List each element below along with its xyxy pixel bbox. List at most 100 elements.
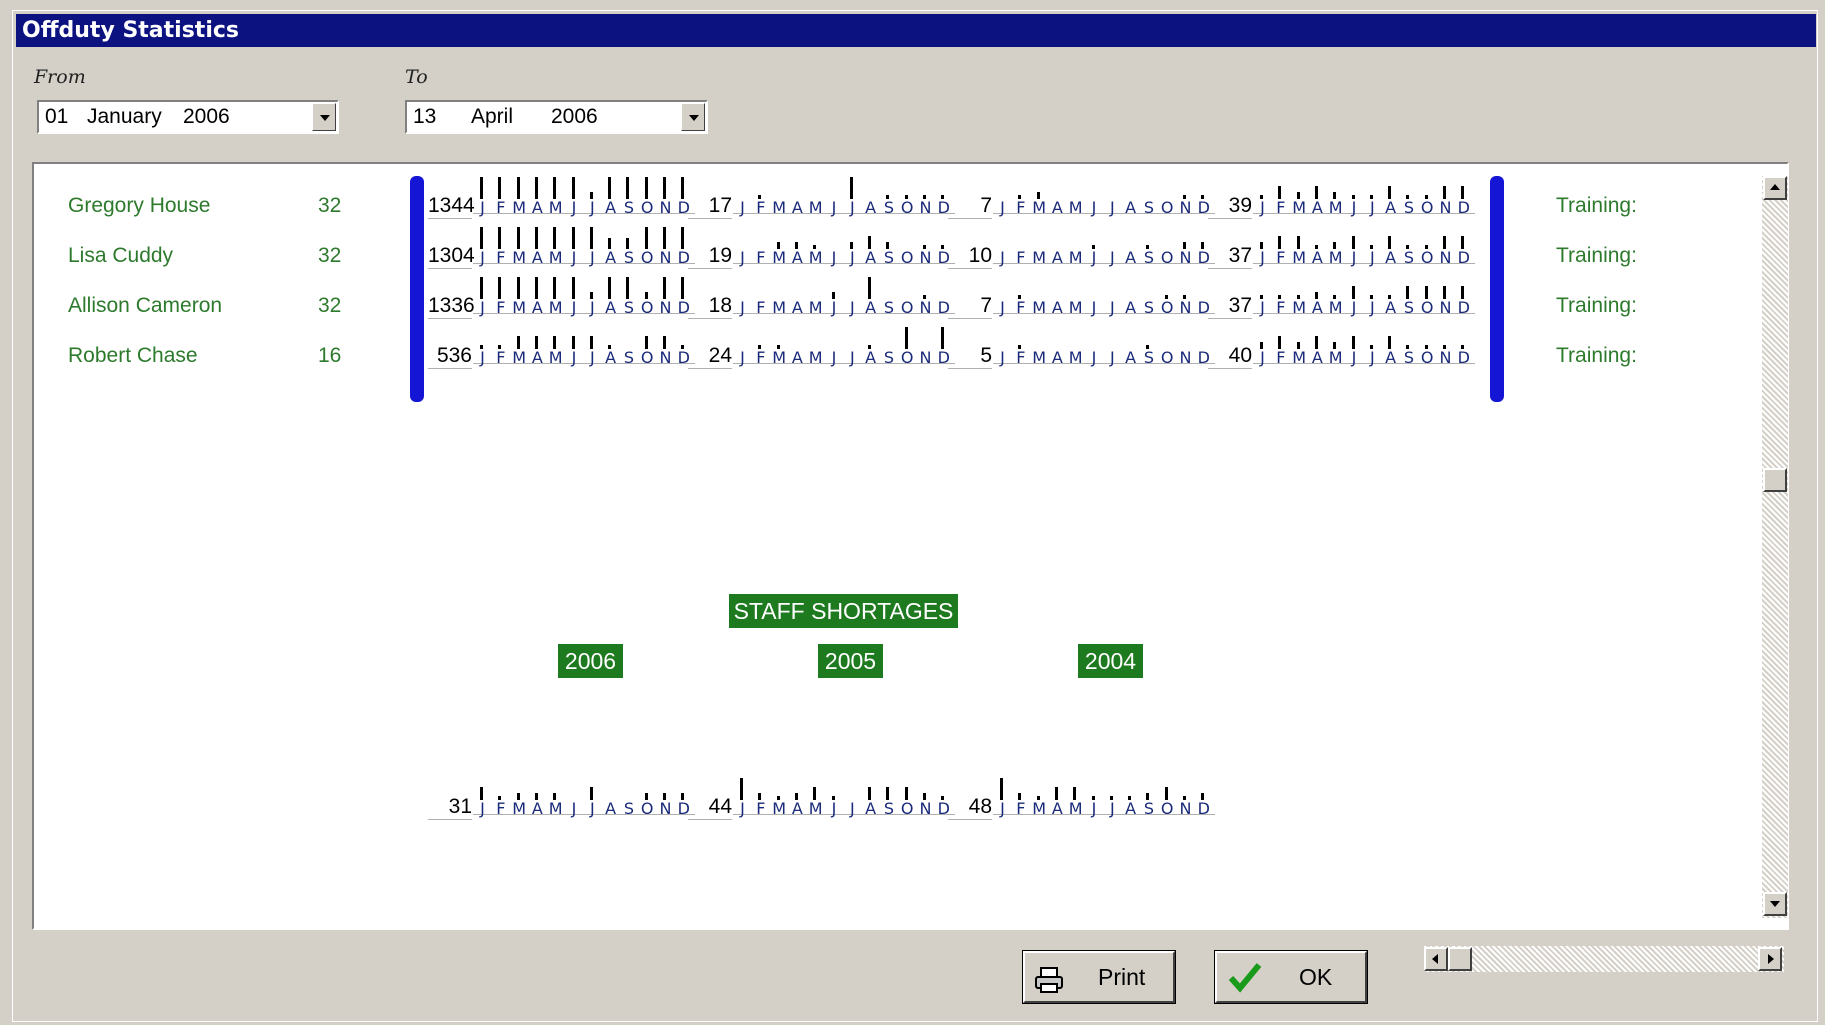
staff-stat-sparkline-month-bar <box>1351 336 1355 349</box>
staff-stat-sparkline-month-label: J <box>589 198 595 217</box>
staff-stat-sparkline-month-label: S <box>1403 298 1414 317</box>
staff-stat-sparkline-value: 1344 <box>428 194 475 219</box>
staff-name[interactable]: Lisa Cuddy <box>68 244 173 268</box>
staff-stat-sparkline-month-bar <box>1461 236 1465 249</box>
staff-stat-sparkline-month-bar <box>1406 286 1410 299</box>
staff-stat-sparkline-month-label: M <box>1032 298 1046 317</box>
staff-stat-sparkline-month-label: A <box>1385 198 1397 217</box>
staff-stat-sparkline-month-label: M <box>1292 248 1306 267</box>
shortage-sparkline-month-bar <box>1109 796 1113 800</box>
staff-stat-sparkline-month-label: N <box>919 348 932 367</box>
from-date-select[interactable]: 01 January 2006 <box>37 100 339 134</box>
staff-stat-sparkline-month-label: N <box>919 298 932 317</box>
staff-stat-sparkline: 39 J F M A M J J A S O N D <box>1208 169 1478 221</box>
printer-icon <box>1033 962 1065 993</box>
staff-stat-sparkline-month-label: J <box>1000 348 1005 367</box>
staff-stat-sparkline-month-label: J <box>1000 298 1005 317</box>
staff-stat-sparkline-month-bar <box>571 177 575 199</box>
scroll-left-button[interactable] <box>1424 947 1448 971</box>
staff-stat-sparkline-month-label: S <box>1143 198 1154 217</box>
shortage-sparkline-value: 44 <box>688 795 732 820</box>
staff-stat-sparkline-month-label: N <box>919 248 932 267</box>
staff-stat-sparkline-month-label: F <box>756 348 766 367</box>
staff-stat-sparkline-month-bar <box>831 292 835 299</box>
print-button[interactable]: Print <box>1022 950 1176 1004</box>
staff-stat-sparkline-month-label: A <box>865 298 877 317</box>
staff-stat-sparkline-month-label: F <box>1276 298 1286 317</box>
shortage-sparkline-month-bar <box>1183 796 1186 800</box>
vertical-scrollbar[interactable] <box>1762 176 1788 918</box>
scroll-thumb[interactable] <box>1763 468 1787 492</box>
staff-stat-sparkline-month-label: A <box>1125 198 1137 217</box>
staff-stat-sparkline-month-label: M <box>772 298 786 317</box>
staff-name[interactable]: Gregory House <box>68 194 210 218</box>
staff-stat-sparkline-month-bar <box>498 227 502 249</box>
shortage-sparkline-month-label: M <box>1068 799 1083 818</box>
staff-stat-sparkline-month-label: F <box>756 198 766 217</box>
staff-stat-sparkline-month-bar <box>1146 245 1150 249</box>
staff-stat-sparkline-month-bar <box>516 227 520 249</box>
staff-stat-sparkline-month-label: F <box>1016 298 1026 317</box>
window-title: Offduty Statistics <box>16 14 1816 47</box>
staff-stat-sparkline-month-bar <box>1260 195 1263 199</box>
horizontal-scrollbar[interactable] <box>1424 946 1784 972</box>
staff-stat-sparkline-month-label: J <box>831 348 837 367</box>
shortage-sparkline-month-label: N <box>919 799 932 818</box>
staff-stat-sparkline-month-bar <box>626 238 630 249</box>
staff-stat-sparkline-month-bar <box>571 277 575 299</box>
staff-stat-sparkline-month-label: O <box>900 348 914 367</box>
staff-stat-sparkline-month-label: A <box>865 248 877 267</box>
scroll-down-button[interactable] <box>1763 892 1787 916</box>
staff-stat-sparkline: 24 J F M A M J J A S O N D <box>688 319 958 371</box>
staff-stat-sparkline-month-label: N <box>1439 198 1452 217</box>
staff-name[interactable]: Robert Chase <box>68 344 198 368</box>
ok-button[interactable]: OK <box>1214 950 1368 1004</box>
shortage-sparkline-month-label: N <box>659 799 672 818</box>
checkmark-icon <box>1227 960 1263 994</box>
staff-name[interactable]: Allison Cameron <box>68 294 222 318</box>
staff-stat-sparkline-month-label: O <box>1160 198 1174 217</box>
staff-stat-sparkline-month-label: A <box>1051 198 1063 217</box>
staff-stat-sparkline-month-label: M <box>1328 248 1343 267</box>
shortage-sparkline-month-label: J <box>1000 799 1005 818</box>
staff-stat-sparkline-month-label: M <box>1032 348 1046 367</box>
staff-stat-sparkline-month-label: A <box>605 248 617 267</box>
staff-count: 32 <box>318 244 342 267</box>
staff-stat-sparkline-month-label: J <box>1091 198 1097 217</box>
staff-stat-sparkline-month-bar <box>1388 336 1392 349</box>
staff-stat-sparkline: 536 J F M A M J J A S O N D <box>428 319 698 371</box>
staff-stat-sparkline-month-bar <box>663 277 666 299</box>
shortage-sparkline: 31 J F M A M J J A S O N D <box>428 770 698 822</box>
staff-stat-sparkline-month-label: J <box>571 348 577 367</box>
from-dropdown-button[interactable] <box>312 103 336 131</box>
staff-stat-sparkline-month-label: J <box>1000 248 1005 267</box>
staff-stat-sparkline-month-bar <box>1296 295 1300 299</box>
staff-stat-sparkline-month-bar <box>868 345 872 349</box>
staff-stat-sparkline-month-label: S <box>1403 348 1414 367</box>
scroll-up-button[interactable] <box>1763 176 1787 200</box>
shortage-sparkline-month-bar <box>904 787 908 800</box>
scroll-right-button[interactable] <box>1758 947 1782 971</box>
staff-stat-sparkline-month-bar <box>644 292 648 299</box>
staff-stat-sparkline-month-label: S <box>623 198 634 217</box>
staff-stat-sparkline-month-label: M <box>1032 198 1046 217</box>
to-dropdown-button[interactable] <box>681 103 705 131</box>
horizontal-scroll-thumb[interactable] <box>1448 947 1472 971</box>
to-date-select[interactable]: 13 April 2006 <box>405 100 708 134</box>
staff-stat-sparkline-month-bar <box>1278 186 1282 199</box>
staff-stat-sparkline-month-label: O <box>1420 198 1434 217</box>
staff-stat-sparkline-month-bar <box>1296 236 1300 249</box>
staff-stat-sparkline-month-bar <box>1369 245 1373 249</box>
staff-stat-sparkline-month-bar <box>1461 286 1465 299</box>
staff-stat-sparkline-month-bar <box>1424 195 1428 199</box>
staff-stat-sparkline-month-label: N <box>1179 348 1192 367</box>
staff-stat-sparkline-month-bar <box>608 345 612 349</box>
staff-stat-sparkline-month-bar <box>923 295 926 299</box>
staff-stat-sparkline-month-bar <box>480 227 483 249</box>
staff-stat-sparkline-month-bar <box>480 277 483 299</box>
staff-stat-sparkline-month-bar <box>571 336 575 349</box>
staff-stat-sparkline-month-bar <box>681 177 685 199</box>
staff-stat-sparkline-value: 37 <box>1208 294 1252 319</box>
staff-stat-sparkline-month-label: A <box>1125 298 1137 317</box>
staff-stat-sparkline-month-bar <box>1333 342 1337 349</box>
